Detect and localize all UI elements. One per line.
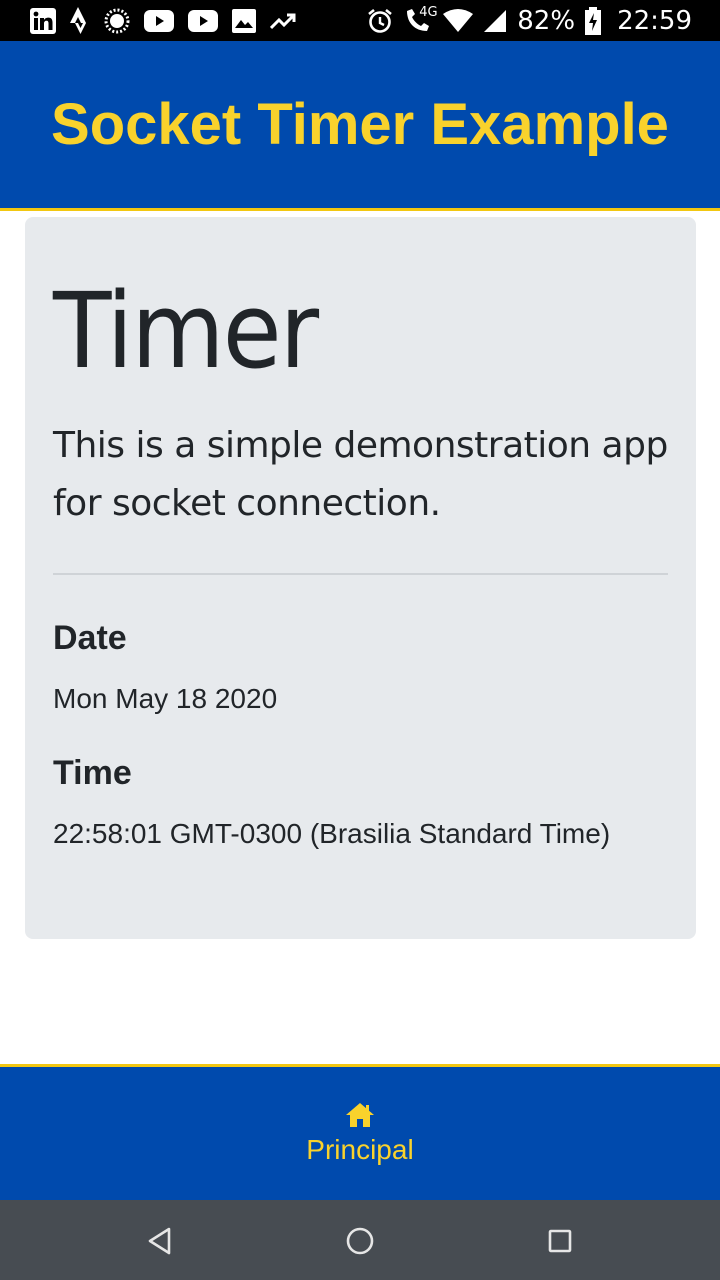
back-icon [148,1227,171,1255]
app-header: Socket Timer Example [0,41,720,211]
time-label: Time [53,754,132,792]
volte-call-icon: 4G [403,5,438,35]
trending-icon [270,12,296,30]
battery-percent: 82% [517,6,576,36]
network-type: 4G [419,5,438,20]
date-label: Date [53,619,127,657]
home-button[interactable] [343,1224,377,1258]
back-button[interactable] [143,1224,177,1258]
date-value: Mon May 18 2020 [53,683,278,714]
battery-charging-icon [585,7,602,35]
divider [53,573,668,575]
home-icon [345,1102,375,1128]
notification-icons [30,7,296,35]
app-title: Socket Timer Example [51,92,669,157]
timer-card: Timer This is a simple demonstration app… [25,217,696,939]
card-title: Timer [53,270,319,392]
recents-icon [548,1229,572,1253]
strava-icon [70,7,90,35]
image-icon [232,9,256,33]
status-bar: 4G 82% 22:59 [0,0,720,41]
alarm-icon [367,8,393,34]
wifi-icon [443,9,474,33]
time-value: 22:58:01 GMT-0300 (Brasilia Standard Tim… [53,818,611,849]
signal-icon [483,9,507,33]
linkedin-icon [30,8,56,34]
card-description: This is a simple demonstration app for s… [53,425,668,524]
system-nav-bar [0,1200,720,1280]
recents-button[interactable] [543,1224,577,1258]
home-circle-icon [346,1227,374,1255]
loading-icon [104,8,130,34]
bottom-tab-bar: Principal [0,1064,720,1201]
system-status: 4G 82% 22:59 [367,5,692,37]
tab-principal[interactable]: Principal [260,1067,460,1201]
tab-label: Principal [306,1134,414,1165]
youtube-icon [144,10,174,32]
clock: 22:59 [617,6,692,36]
youtube-icon [188,10,218,32]
